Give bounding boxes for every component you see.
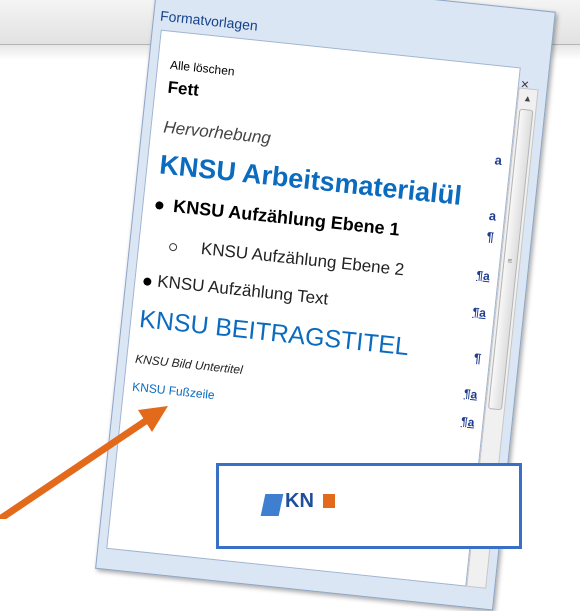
knsu-logo: KN	[260, 484, 343, 524]
style-label: KNSU Aufzählung Text	[156, 271, 330, 309]
style-label: Hervorhebung	[162, 117, 272, 148]
logo-preview-frame: KN	[216, 463, 522, 549]
character-style-icon: a	[493, 152, 503, 168]
style-item-arbeitsmaterial[interactable]: KNSU Arbeitsmaterialül a	[149, 148, 507, 223]
style-item-hervorhebung[interactable]: Hervorhebung a	[153, 116, 511, 167]
style-label-wrap: KNSU Aufzählung Text	[142, 270, 329, 309]
logo-text: KN	[285, 490, 314, 512]
style-item-beitragstitel[interactable]: KNSU BEITRAGSTITEL ¶	[133, 304, 491, 366]
bullet-ring-icon	[168, 242, 178, 252]
linked-style-icon: ¶a	[460, 414, 476, 430]
style-item-aufzaehlung-ebene-2[interactable]: KNSU Aufzählung Ebene 2 ¶a	[140, 233, 498, 283]
style-label-wrap: KNSU Aufzählung Ebene 2	[168, 236, 405, 281]
style-label: KNSU Aufzählung Ebene 2	[200, 239, 406, 280]
logo-mark-icon	[260, 494, 284, 516]
linked-style-icon: ¶a	[471, 304, 487, 321]
clear-all-button[interactable]: Alle löschen	[169, 58, 520, 110]
grip-icon: ≡	[507, 256, 513, 266]
paragraph-style-icon: ¶	[473, 350, 482, 366]
logo-accent-icon	[323, 494, 335, 508]
bullet-icon	[154, 201, 164, 211]
bullet-icon	[143, 276, 152, 286]
style-label: KNSU Aufzählung Ebene 1	[172, 195, 401, 240]
paragraph-style-icon: ¶	[485, 228, 495, 245]
style-label: KNSU Fußzeile	[131, 379, 216, 403]
character-style-icon: a	[488, 207, 497, 224]
style-label: Fett	[166, 77, 200, 100]
style-item-fusszeile[interactable]: KNSU Fußzeile ¶a	[125, 379, 483, 430]
linked-style-icon: ¶a	[475, 268, 491, 284]
style-label: KNSU BEITRAGSTITEL	[137, 305, 411, 362]
style-item-aufzaehlung-text[interactable]: KNSU Aufzählung Text ¶a	[137, 269, 495, 320]
pane-title: Formatvorlagen	[159, 7, 259, 34]
style-item-bild-untertitel[interactable]: KNSU Bild Untertitel ¶a	[128, 351, 486, 402]
scroll-up-icon[interactable]: ▲	[518, 88, 538, 108]
style-label: KNSU Bild Untertitel	[134, 351, 244, 378]
linked-style-icon: ¶a	[463, 386, 479, 402]
